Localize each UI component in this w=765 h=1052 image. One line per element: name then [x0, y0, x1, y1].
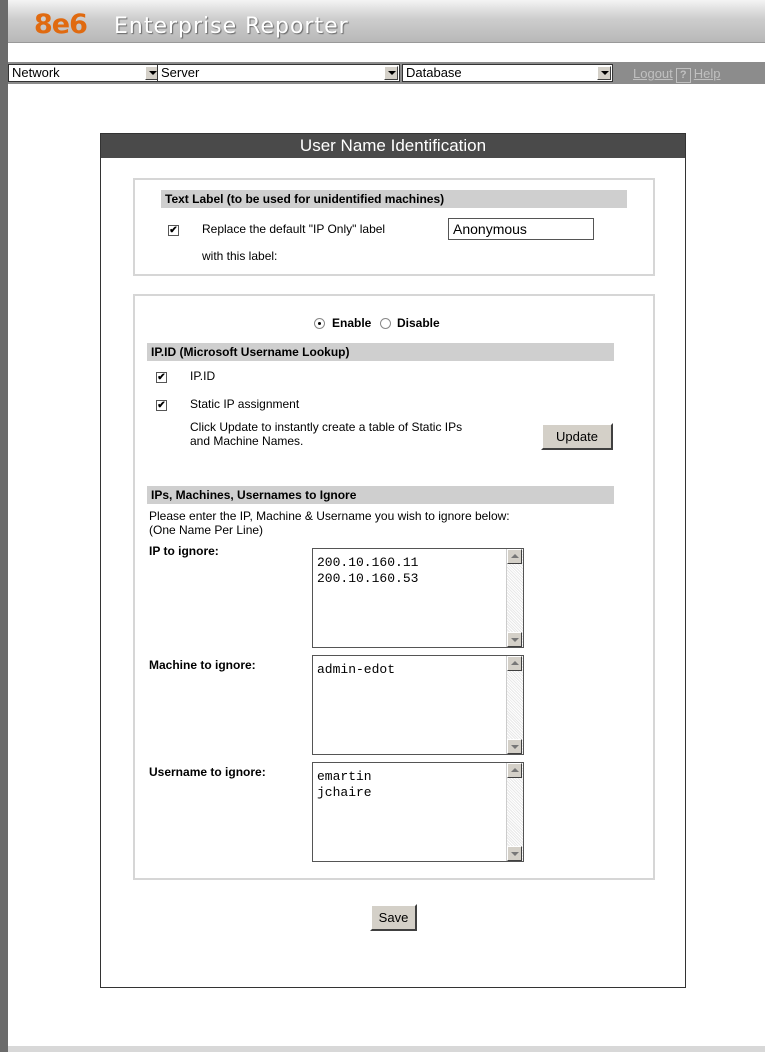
ipid-checkbox[interactable]: ✔ [156, 372, 167, 383]
username-ignore-scrollbar[interactable] [506, 763, 523, 861]
bottom-border [8, 1046, 765, 1052]
ipid-group: Enable Disable IP.ID (Microsoft Username… [133, 294, 655, 880]
replace-label-text-2: with this label: [202, 249, 278, 263]
username-ignore-textarea[interactable]: emartin jchaire [312, 762, 524, 862]
static-ip-label: Static IP assignment [190, 397, 300, 411]
enable-radio[interactable] [314, 318, 325, 329]
nav-links: Logout? Help [633, 66, 721, 83]
database-select[interactable]: Database [402, 64, 613, 82]
disable-label: Disable [397, 316, 440, 330]
scroll-down-icon[interactable] [507, 632, 522, 647]
page-frame: 8e6 Enterprise Reporter Network Server D… [0, 0, 765, 1052]
app-title: Enterprise Reporter [114, 14, 349, 39]
update-instructions: Click Update to instantly create a table… [190, 420, 463, 434]
server-select[interactable]: Server [157, 64, 400, 82]
label-input[interactable]: Anonymous [448, 218, 594, 240]
scroll-down-icon[interactable] [507, 739, 522, 754]
logout-link[interactable]: Logout [633, 66, 673, 81]
app-header: 8e6 Enterprise Reporter [8, 0, 765, 43]
machine-ignore-label: Machine to ignore: [149, 658, 256, 672]
chevron-down-icon[interactable] [597, 66, 611, 80]
machine-ignore-values: admin-edot [317, 662, 396, 677]
ip-ignore-scrollbar[interactable] [506, 549, 523, 647]
text-label-group: Text Label (to be used for unidentified … [133, 178, 655, 276]
network-select[interactable]: Network [8, 64, 161, 82]
scroll-down-icon[interactable] [507, 846, 522, 861]
database-select-value: Database [406, 65, 462, 80]
replace-label-checkbox[interactable]: ✔ [168, 225, 179, 236]
panel-title: User Name Identification [101, 134, 685, 158]
disable-radio[interactable] [380, 318, 391, 329]
scroll-up-icon[interactable] [507, 549, 522, 564]
ignore-instructions: Please enter the IP, Machine & Username … [149, 509, 510, 523]
replace-label-text: Replace the default "IP Only" label [202, 222, 386, 236]
ipid-label: IP.ID [190, 369, 216, 383]
username-ignore-values: emartin jchaire [317, 769, 372, 800]
server-select-value: Server [161, 65, 200, 80]
username-ignore-label: Username to ignore: [149, 765, 266, 779]
help-icon[interactable]: ? [675, 68, 691, 83]
ipid-heading: IP.ID (Microsoft Username Lookup) [147, 343, 614, 361]
update-button[interactable]: Update [541, 423, 613, 450]
ip-ignore-values: 200.10.160.11 200.10.160.53 [317, 555, 419, 586]
update-instructions-2: and Machine Names. [190, 434, 304, 448]
chevron-down-icon[interactable] [384, 66, 398, 80]
static-ip-checkbox[interactable]: ✔ [156, 400, 167, 411]
ignore-heading: IPs, Machines, Usernames to Ignore [147, 486, 614, 504]
ip-ignore-label: IP to ignore: [149, 544, 219, 558]
user-name-identification-panel: User Name Identification Text Label (to … [100, 133, 686, 988]
window-left-edge [0, 0, 8, 1052]
logo: 8e6 [34, 9, 88, 40]
scroll-up-icon[interactable] [507, 763, 522, 778]
save-button[interactable]: Save [370, 904, 417, 931]
ignore-instructions-2: (One Name Per Line) [149, 523, 264, 537]
help-link[interactable]: Help [694, 66, 721, 81]
enable-label: Enable [332, 316, 372, 330]
machine-ignore-textarea[interactable]: admin-edot [312, 655, 524, 755]
ip-ignore-textarea[interactable]: 200.10.160.11 200.10.160.53 [312, 548, 524, 648]
machine-ignore-scrollbar[interactable] [506, 656, 523, 754]
network-select-value: Network [12, 65, 60, 80]
text-label-heading: Text Label (to be used for unidentified … [161, 190, 627, 208]
scroll-up-icon[interactable] [507, 656, 522, 671]
